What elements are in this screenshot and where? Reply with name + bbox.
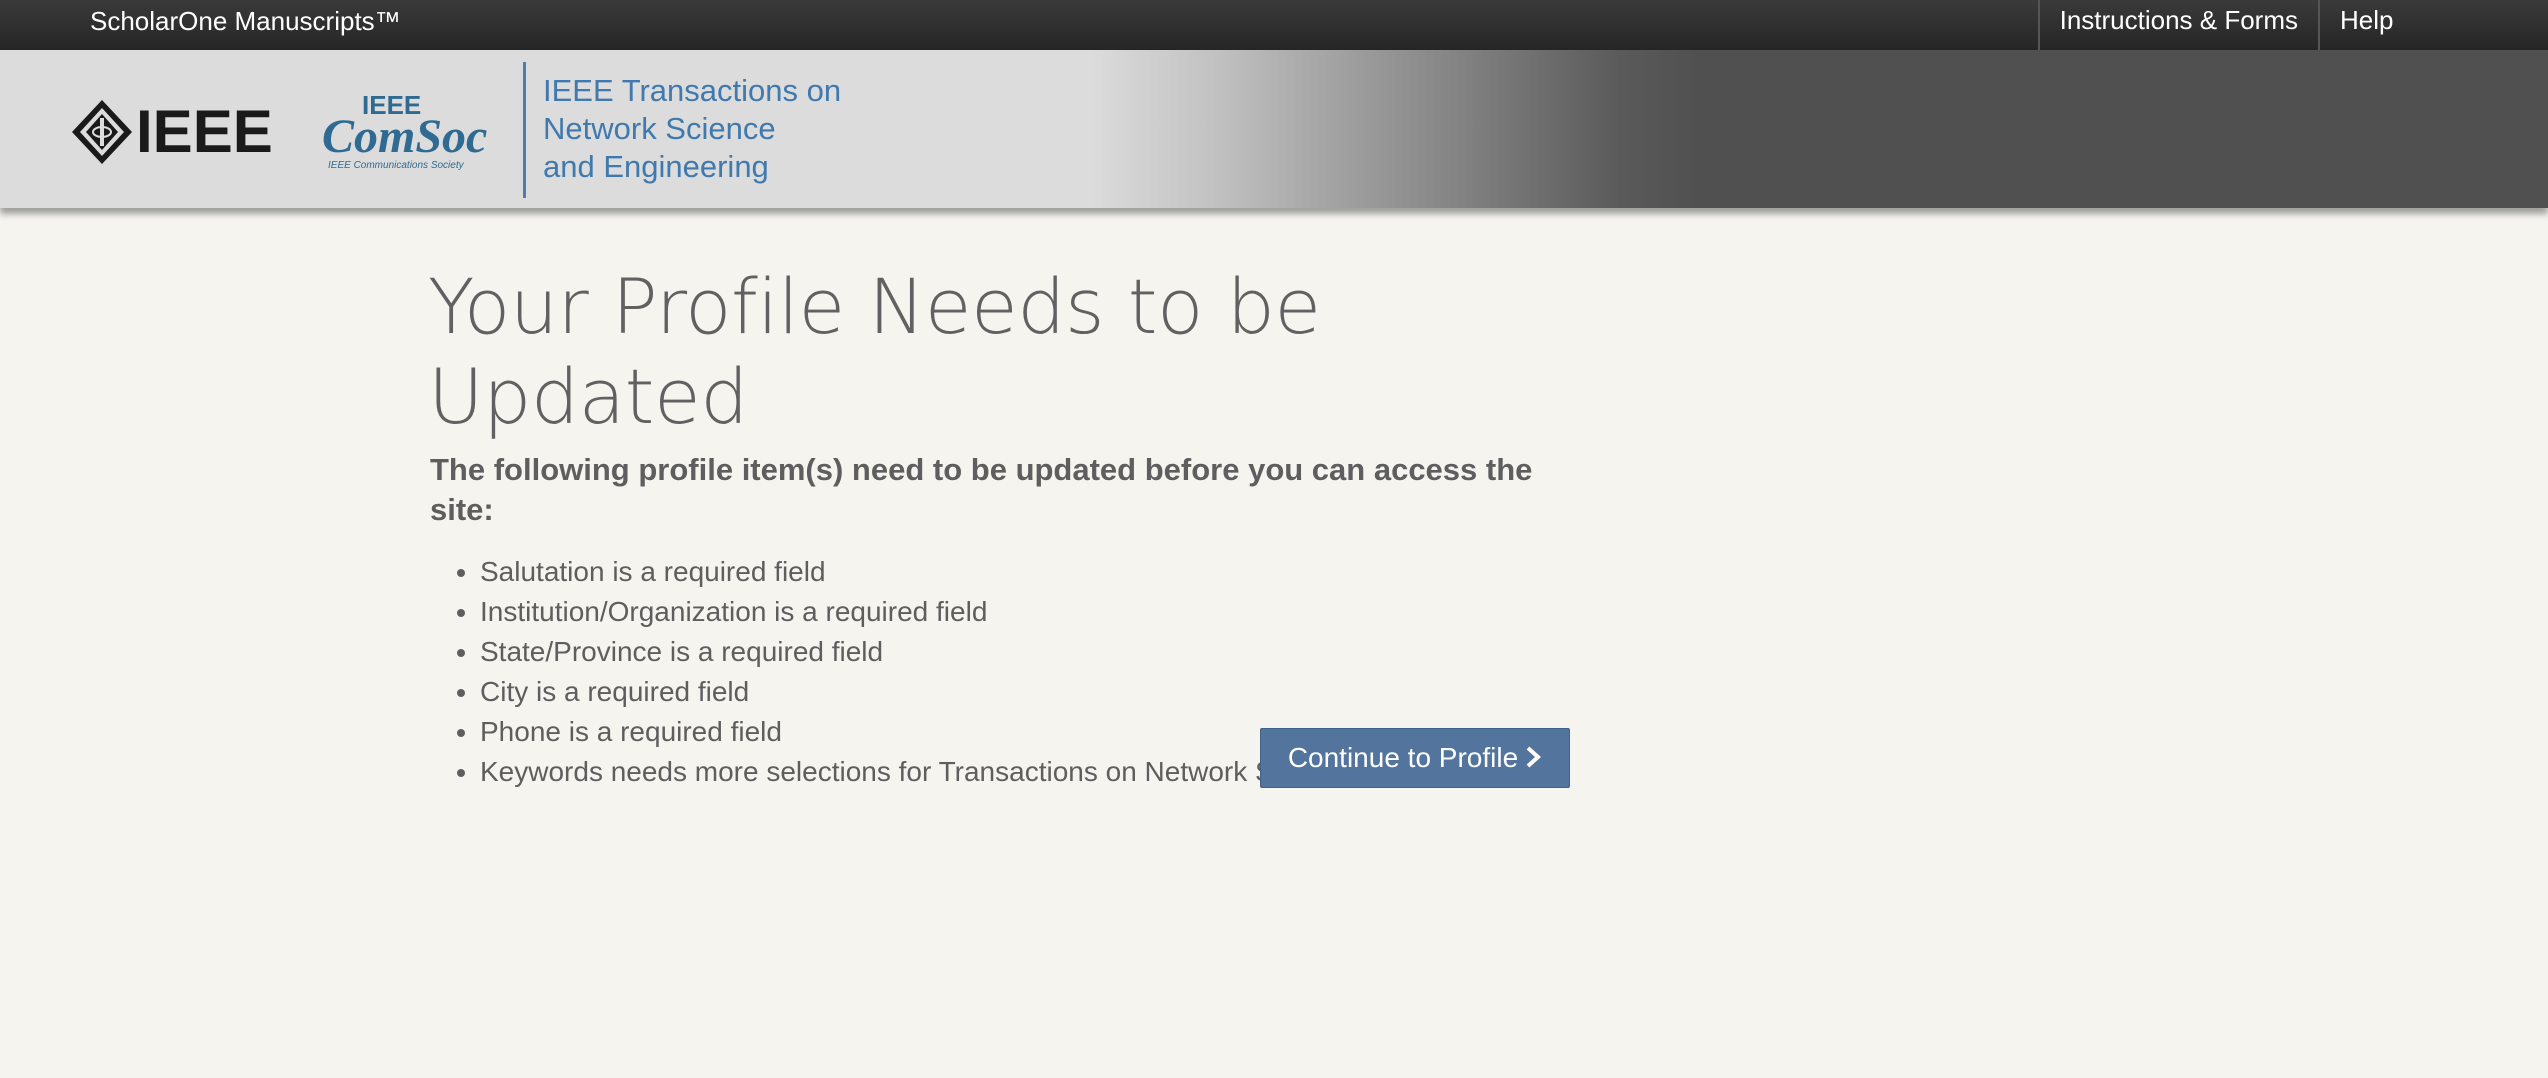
product-name: ScholarOne Manuscripts™	[90, 6, 401, 36]
list-item: Salutation is a required field	[480, 552, 1578, 592]
chevron-right-icon	[1524, 731, 1542, 789]
comsoc-logo-sub: IEEE Communications Society	[328, 160, 465, 171]
journal-banner: IEEE IEEE ComSoc IEEE Communications Soc…	[0, 50, 2548, 208]
page-title: Your Profile Needs to be Updated	[428, 262, 1321, 441]
journal-title-line: and Engineering	[543, 149, 769, 184]
top-nav: Instructions & Forms Help	[2037, 0, 2548, 50]
journal-title: IEEE Transactions on Network Science and…	[543, 72, 841, 186]
page-subtitle: The following profile item(s) need to be…	[430, 452, 1533, 527]
ieee-diamond-icon	[72, 100, 132, 164]
instructions-forms-link[interactable]: Instructions & Forms	[2037, 0, 2318, 50]
top-bar: ScholarOne Manuscripts™ Instructions & F…	[0, 0, 2548, 50]
journal-title-line: Network Science	[543, 111, 776, 146]
list-item: City is a required field	[480, 672, 1578, 712]
journal-title-line: IEEE Transactions on	[543, 73, 842, 108]
main-content: Your Profile Needs to be Updated The fol…	[428, 262, 1578, 792]
ieee-logo: IEEE	[72, 98, 273, 165]
list-item: State/Province is a required field	[480, 632, 1578, 672]
continue-to-profile-button[interactable]: Continue to Profile	[1260, 728, 1570, 788]
continue-button-label: Continue to Profile	[1287, 742, 1519, 773]
ieee-logo-text: IEEE	[136, 98, 273, 165]
list-item: Institution/Organization is a required f…	[480, 592, 1578, 632]
banner-divider	[523, 62, 526, 198]
help-link[interactable]: Help	[2318, 0, 2548, 50]
comsoc-logo: IEEE ComSoc IEEE Communications Society	[322, 90, 487, 171]
comsoc-logo-main: ComSoc	[322, 110, 487, 163]
